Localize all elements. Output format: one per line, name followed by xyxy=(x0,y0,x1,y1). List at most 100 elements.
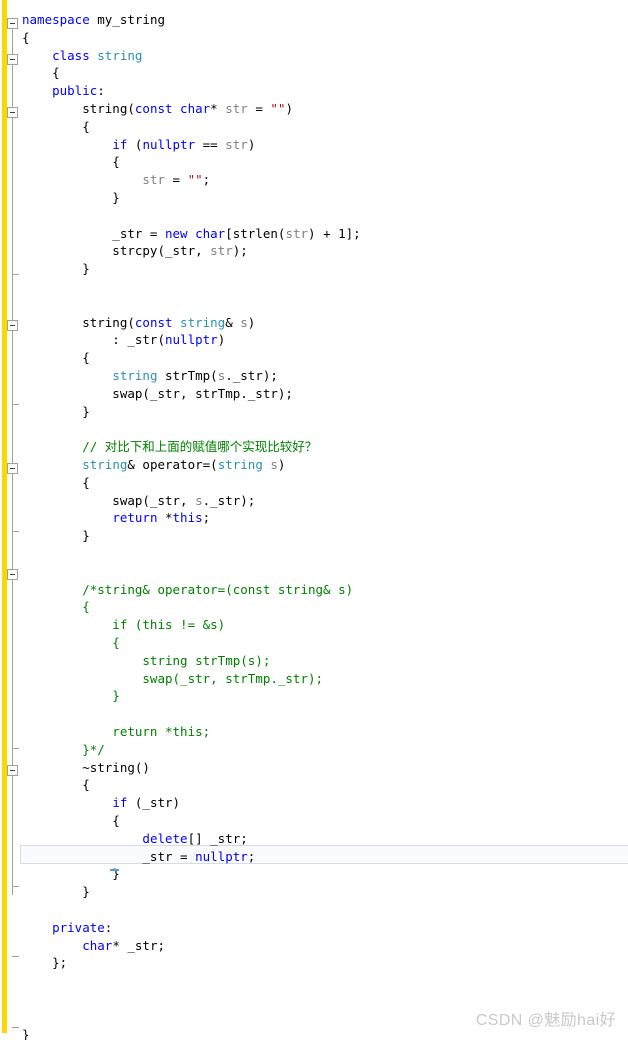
code-token: s xyxy=(195,492,203,508)
code-line[interactable]: char* _str; xyxy=(22,937,165,955)
code-line[interactable]: /*string& operator=(const string& s) xyxy=(22,581,353,599)
code-token: * xyxy=(210,101,226,116)
code-line[interactable]: swap(_str, strTmp._str); xyxy=(22,385,293,403)
code-token: { xyxy=(22,599,90,615)
code-token: string xyxy=(82,457,128,472)
code-line[interactable]: } xyxy=(22,883,90,901)
code-line[interactable]: swap(_str, strTmp._str); xyxy=(22,670,323,688)
code-token: { xyxy=(22,154,120,170)
code-token: ; xyxy=(202,172,211,188)
code-line[interactable]: private: xyxy=(22,919,112,937)
code-line[interactable]: string(const string& s) xyxy=(22,314,255,332)
code-token: "" xyxy=(270,101,286,116)
code-token: str xyxy=(210,243,233,259)
code-token: if xyxy=(112,795,128,811)
code-line[interactable]: strcpy(_str, str); xyxy=(22,242,248,260)
code-line[interactable]: public: xyxy=(22,82,105,100)
code-token: namespace xyxy=(22,12,98,27)
code-line[interactable]: }; xyxy=(22,954,67,972)
code-line[interactable]: str = ""; xyxy=(22,171,210,189)
code-text-area[interactable]: namespace my_string{ class string { publ… xyxy=(0,11,628,1040)
code-token: strcpy(_str, xyxy=(22,243,211,259)
code-token: swap(_str, xyxy=(22,492,196,508)
code-token: } xyxy=(22,884,90,900)
code-line[interactable]: string& operator=(string s) xyxy=(22,456,285,474)
code-line[interactable]: { xyxy=(22,64,60,82)
code-line[interactable]: { xyxy=(22,349,90,367)
code-line[interactable]: swap(_str, s._str); xyxy=(22,492,255,510)
code-line[interactable]: class string xyxy=(22,47,142,65)
code-token: str xyxy=(285,225,309,241)
code-token: = xyxy=(247,101,271,116)
code-line[interactable]: return *this; xyxy=(22,509,210,527)
code-line[interactable]: if (nullptr == str) xyxy=(22,136,255,154)
code-line[interactable]: _str = new char[strlen(str) + 1]; xyxy=(22,225,360,243)
code-line[interactable]: _str = nullptr; xyxy=(22,848,255,866)
code-line[interactable]: { xyxy=(22,474,90,492)
code-token: { xyxy=(22,813,120,828)
code-token: str xyxy=(225,101,248,116)
code-line[interactable]: { xyxy=(22,118,90,136)
code-line[interactable]: } xyxy=(22,865,120,883)
code-line[interactable]: { xyxy=(22,776,90,794)
code-line[interactable]: { xyxy=(22,812,120,830)
code-line[interactable]: string(const char* str = "") xyxy=(22,100,293,118)
code-line[interactable]: { xyxy=(22,153,120,171)
code-token: string( xyxy=(22,314,135,330)
code-token: new char xyxy=(165,225,226,241)
code-line[interactable]: { xyxy=(22,598,90,616)
code-line[interactable]: } xyxy=(22,687,120,705)
code-line[interactable]: } xyxy=(22,189,120,207)
code-editor[interactable]: namespace my_string{ class string { publ… xyxy=(0,0,628,1040)
code-line[interactable]: if (this != &s) xyxy=(22,616,225,634)
code-token: class xyxy=(52,47,98,63)
code-line[interactable]: // 对比下和上面的赋值哪个实现比较好？ xyxy=(22,438,317,456)
code-token: ) xyxy=(217,332,226,348)
code-line[interactable]: } xyxy=(22,403,90,421)
code-token: /*string& operator=(const string& s) xyxy=(22,581,354,597)
code-line[interactable]: }*/ xyxy=(22,741,105,759)
code-token: char xyxy=(82,937,113,953)
code-line[interactable]: } xyxy=(22,527,90,545)
code-token: _str = xyxy=(22,848,196,864)
code-token: strTmp( xyxy=(157,368,218,383)
code-token: } xyxy=(22,261,90,277)
code-line[interactable]: } xyxy=(22,1026,30,1040)
code-token: str xyxy=(225,136,248,152)
code-line[interactable]: { xyxy=(22,634,120,652)
code-token: string( xyxy=(22,101,135,116)
code-token: string xyxy=(97,47,143,63)
code-line[interactable]: if (_str) xyxy=(22,794,180,812)
smart-tag-underline-icon[interactable] xyxy=(110,869,119,871)
code-token: : _str( xyxy=(22,332,165,348)
csdn-watermark: CSDN @魅励hai好 xyxy=(475,1012,616,1029)
code-line[interactable]: { xyxy=(22,29,30,47)
code-token: swap(_str, strTmp._str); xyxy=(22,385,293,401)
code-token: if (this != &s) xyxy=(22,617,226,633)
code-token: [] _str; xyxy=(187,830,248,846)
code-line[interactable]: ~string() xyxy=(22,759,150,777)
code-line[interactable]: string strTmp(s); xyxy=(22,652,270,670)
code-token: s xyxy=(270,457,278,472)
code-line[interactable]: : _str(nullptr) xyxy=(22,331,225,349)
code-token: my_string xyxy=(97,12,165,27)
code-token: }; xyxy=(22,955,68,971)
code-line[interactable]: return *this; xyxy=(22,723,210,741)
code-token: ~string() xyxy=(22,759,150,775)
code-line[interactable]: string strTmp(s._str); xyxy=(22,367,278,385)
code-token: _str = xyxy=(22,225,165,241)
code-line[interactable]: namespace my_string xyxy=(22,11,165,29)
code-token: ) xyxy=(285,101,293,116)
code-line[interactable]: } xyxy=(22,260,90,278)
code-token: { xyxy=(22,777,90,793)
code-line[interactable]: delete[] _str; xyxy=(22,830,248,848)
code-token: ); xyxy=(232,243,248,259)
code-token: } xyxy=(22,866,120,882)
